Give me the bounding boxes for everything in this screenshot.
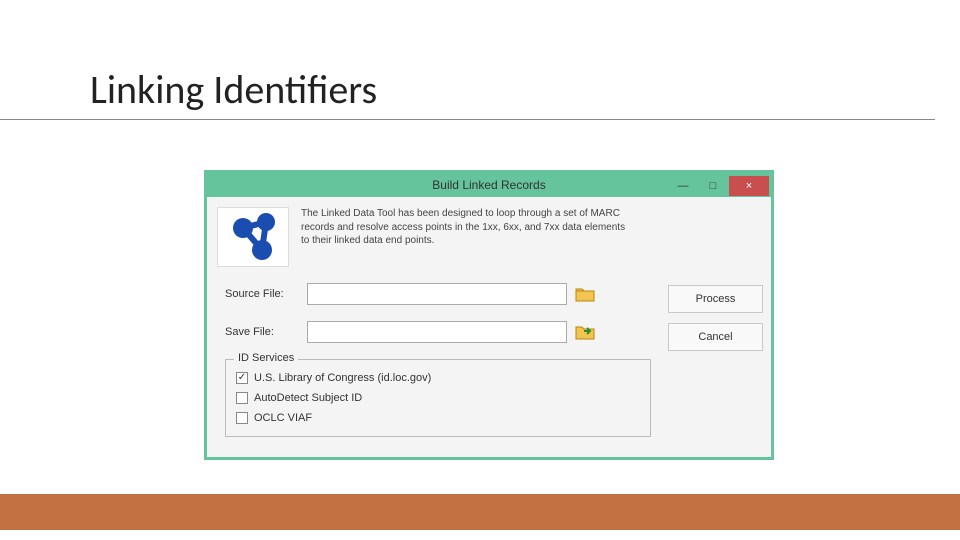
open-folder-icon[interactable] — [575, 285, 595, 303]
cancel-button[interactable]: Cancel — [668, 323, 763, 351]
id-services-legend: ID Services — [234, 352, 298, 364]
checkbox-label: AutoDetect Subject ID — [254, 392, 362, 404]
source-file-input[interactable] — [307, 283, 567, 305]
save-file-label: Save File: — [217, 326, 307, 338]
slide-footer-bar — [0, 494, 960, 530]
window-title: Build Linked Records — [432, 178, 545, 192]
app-logo-icon — [217, 207, 289, 267]
dialog-description: The Linked Data Tool has been designed t… — [301, 205, 631, 273]
checkbox-autodetect[interactable] — [236, 392, 248, 404]
checkbox-label: OCLC VIAF — [254, 412, 312, 424]
maximize-button[interactable]: □ — [699, 176, 727, 196]
save-file-input[interactable] — [307, 321, 567, 343]
checkbox-viaf[interactable] — [236, 412, 248, 424]
checkbox-loc[interactable]: ✓ — [236, 372, 248, 384]
checkbox-label: U.S. Library of Congress (id.loc.gov) — [254, 372, 431, 384]
id-services-group: ID Services ✓ U.S. Library of Congress (… — [225, 359, 651, 437]
close-button[interactable]: × — [729, 176, 769, 196]
minimize-button[interactable]: — — [669, 176, 697, 196]
process-button[interactable]: Process — [668, 285, 763, 313]
dialog-window: Build Linked Records — □ × The Linked Da… — [204, 170, 774, 460]
page-title: Linking Identifiers — [0, 0, 935, 120]
save-folder-icon[interactable] — [575, 323, 595, 341]
source-file-label: Source File: — [217, 288, 307, 300]
titlebar: Build Linked Records — □ × — [207, 173, 771, 197]
